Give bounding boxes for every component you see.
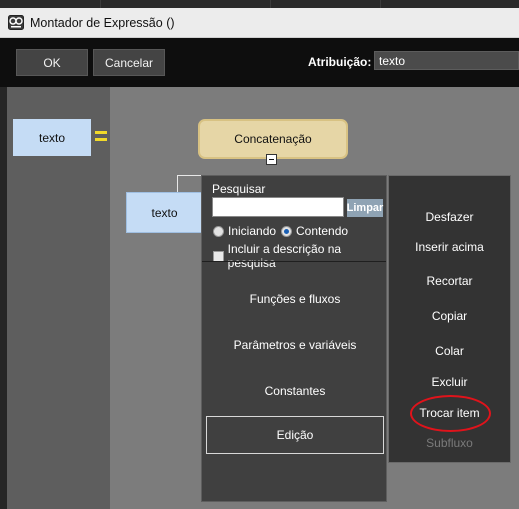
title-bar: Montador de Expressão () — [0, 8, 519, 38]
radio-starting[interactable]: Iniciando — [213, 224, 276, 238]
function-menu: Pesquisar Limpar Iniciando Contendo Incl… — [201, 175, 387, 502]
assignment-input[interactable] — [374, 51, 519, 70]
menu-item-paste[interactable]: Colar — [389, 341, 510, 361]
menu-item-undo[interactable]: Desfazer — [389, 207, 510, 227]
menu-item-delete[interactable]: Excluir — [389, 372, 510, 392]
menu-item-insert-above[interactable]: Inserir acima — [389, 237, 510, 257]
strip-divider — [270, 0, 271, 8]
menu-item-subflow: Subfluxo — [426, 436, 473, 450]
include-description-label: Incluir a descrição na pesquisa — [227, 242, 342, 270]
toolbar: OK Cancelar Atribuição: — [0, 38, 519, 87]
radio-selected-icon[interactable] — [281, 225, 292, 237]
strip-divider — [100, 0, 101, 8]
highlight-annotation — [410, 395, 491, 432]
menu-item-cut[interactable]: Recortar — [389, 271, 510, 291]
radio-containing-label: Contendo — [296, 224, 349, 238]
checkbox-icon[interactable] — [213, 250, 224, 262]
divider — [202, 261, 386, 262]
radio-containing[interactable]: Contendo — [281, 224, 348, 238]
cancel-button[interactable]: Cancelar — [93, 49, 165, 76]
include-description-checkbox[interactable]: Incluir a descrição na pesquisa — [213, 242, 386, 270]
text-node[interactable]: texto — [126, 192, 203, 233]
strip-divider — [380, 0, 381, 8]
ok-button[interactable]: OK — [16, 49, 88, 76]
app-icon — [8, 15, 24, 30]
clear-button[interactable]: Limpar — [347, 199, 383, 217]
collapse-icon[interactable] — [266, 154, 277, 165]
concatenation-node[interactable]: Concatenação — [198, 119, 348, 159]
target-variable-node[interactable]: texto — [13, 119, 91, 156]
category-editing[interactable]: Edição — [206, 416, 384, 454]
radio-starting-label: Iniciando — [228, 224, 277, 238]
category-parameters[interactable]: Parâmetros e variáveis — [206, 326, 384, 364]
edit-context-menu: Desfazer Inserir acima Recortar Copiar C… — [388, 175, 511, 463]
tree-connector — [177, 175, 178, 192]
menu-item-copy[interactable]: Copiar — [389, 306, 510, 326]
top-strip — [0, 0, 519, 8]
search-input[interactable] — [212, 197, 344, 217]
window-title: Montador de Expressão () — [30, 16, 175, 30]
category-functions[interactable]: Funções e fluxos — [206, 280, 384, 318]
assignment-label: Atribuição: — [308, 55, 372, 69]
category-constants[interactable]: Constantes — [206, 372, 384, 410]
radio-icon[interactable] — [213, 225, 224, 237]
search-label: Pesquisar — [212, 182, 266, 196]
equals-icon — [95, 128, 109, 144]
